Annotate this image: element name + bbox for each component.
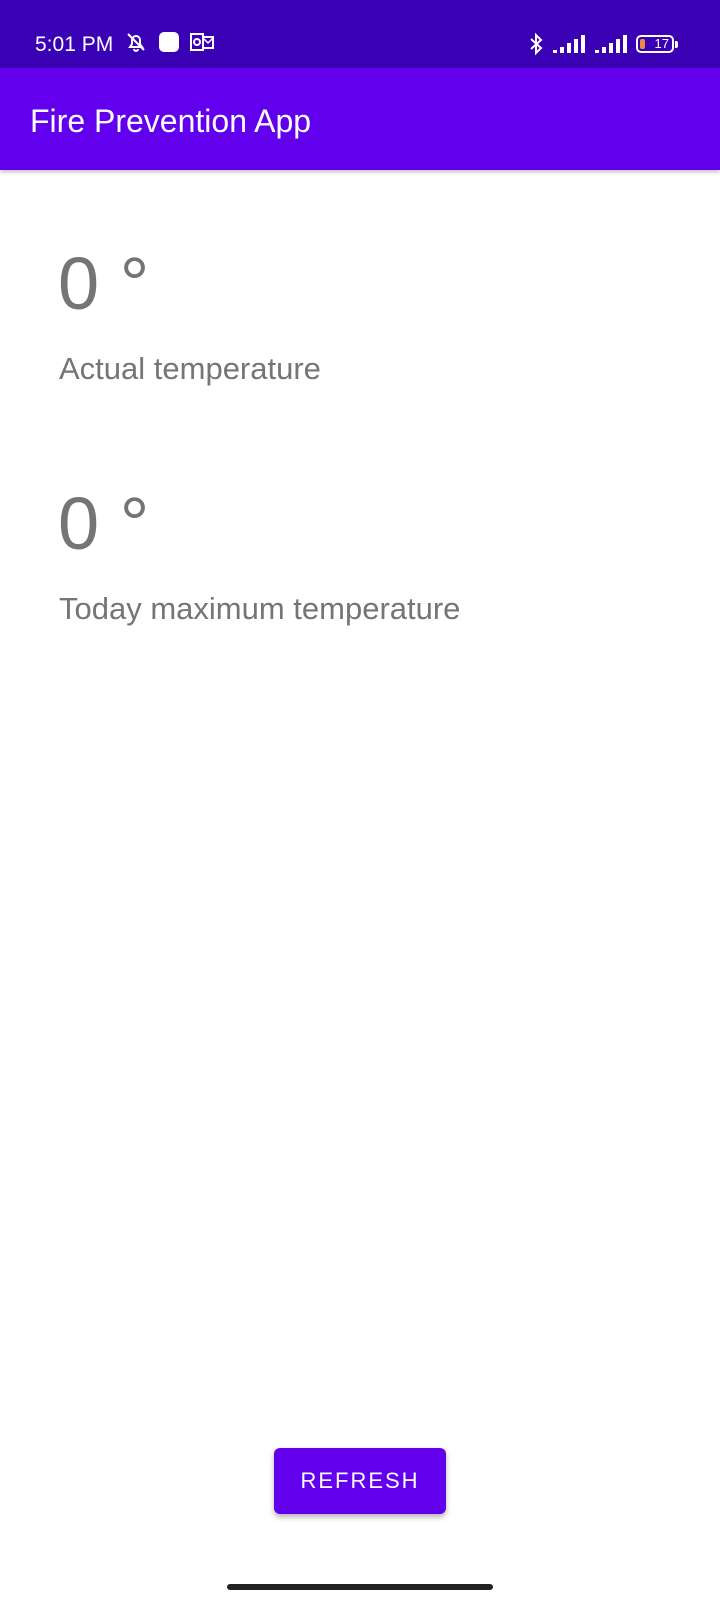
app-title: Fire Prevention App xyxy=(30,103,312,139)
bluetooth-icon xyxy=(528,32,544,56)
bell-off-icon xyxy=(124,30,148,54)
app-square-icon xyxy=(158,31,180,53)
battery-tip xyxy=(675,40,678,48)
refresh-button[interactable]: REFRESH xyxy=(274,1448,446,1514)
battery-fill xyxy=(640,39,645,49)
battery-indicator: 17 xyxy=(636,35,674,53)
gesture-nav-handle[interactable] xyxy=(227,1584,493,1590)
status-time: 5:01 PM xyxy=(35,33,114,56)
outlook-icon xyxy=(190,31,214,53)
app-bar: Fire Prevention App xyxy=(0,68,720,170)
actual-temperature-label: Actual temperature xyxy=(59,351,321,386)
status-left-icons xyxy=(124,30,214,54)
status-right-icons: 17 xyxy=(528,32,678,56)
max-temperature-value: 0 ° xyxy=(58,482,150,565)
battery-level: 17 xyxy=(654,36,669,51)
app-screen: 5:01 PM 17 Fire Prevention App 0 ° Actua… xyxy=(0,0,720,1600)
battery-icon: 17 xyxy=(636,35,678,53)
signal-icon xyxy=(594,34,628,54)
max-temperature-label: Today maximum temperature xyxy=(59,591,461,626)
signal-icon xyxy=(552,34,586,54)
status-bar: 5:01 PM 17 xyxy=(0,0,720,68)
actual-temperature-value: 0 ° xyxy=(58,242,150,325)
